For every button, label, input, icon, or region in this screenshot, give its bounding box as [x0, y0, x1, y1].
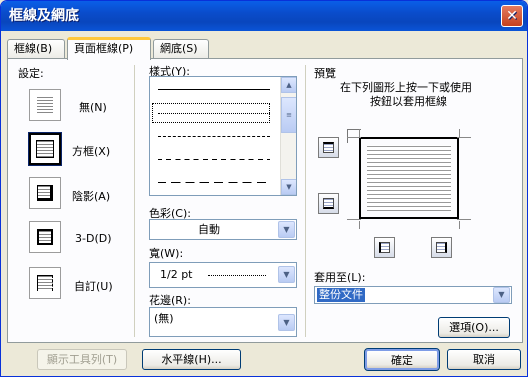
crop-mark [347, 219, 361, 220]
apply-to-value: 整份文件 [317, 288, 365, 302]
scroll-thumb[interactable]: ≡ [281, 97, 296, 133]
horizontal-line-button[interactable]: 水平線(H)... [142, 349, 241, 370]
apply-to-label: 套用至(L): [314, 271, 366, 284]
style-dashed-small[interactable] [158, 136, 270, 137]
width-line-sample [208, 275, 266, 276]
right-border-button-icon[interactable] [431, 237, 452, 258]
style-scrollbar[interactable]: ▲ ≡ ▼ [280, 77, 296, 195]
setting-3d-icon[interactable] [29, 221, 61, 253]
cancel-button[interactable]: 取消 [447, 349, 521, 370]
preview-instructions-2: 按鈕以套用框線 [370, 95, 447, 108]
color-value: 自動 [198, 223, 220, 236]
crop-mark [459, 129, 460, 137]
setting-none-icon[interactable] [29, 89, 61, 121]
tab-page-border[interactable]: 頁面框線(P) [67, 37, 151, 60]
setting-box-label[interactable]: 方框(X) [72, 143, 110, 159]
style-list[interactable]: ▲ ≡ ▼ [149, 76, 297, 196]
bottom-border-button-icon[interactable] [318, 193, 339, 214]
top-border-button-icon[interactable] [318, 137, 339, 158]
dialog-title: 框線及網底 [9, 8, 79, 24]
scroll-down-icon[interactable]: ▼ [281, 179, 296, 195]
width-value: 1/2 pt [160, 268, 193, 281]
borders-shading-dialog: 框線及網底 ✕ 框線(B) 頁面框線(P) 網底(S) 設定: 無(N) 方框(… [0, 0, 528, 377]
setting-shadow-icon[interactable] [29, 177, 61, 209]
setting-box-icon[interactable] [28, 132, 62, 166]
chevron-down-icon[interactable]: ▼ [278, 221, 295, 238]
setting-none-label[interactable]: 無(N) [79, 99, 107, 115]
width-select[interactable]: 1/2 pt ▼ [149, 262, 297, 288]
preview-heading: 預覽 [314, 67, 336, 80]
ok-button[interactable]: 確定 [364, 348, 440, 371]
width-label: 寬(W): [149, 247, 184, 260]
page-border-panel: 設定: 無(N) 方框(X) 陰影(A) 3-D(D) 自訂(U) 樣式(Y):… [7, 58, 523, 343]
show-toolbar-button[interactable]: 顯示工具列(T) [37, 349, 127, 370]
close-icon[interactable]: ✕ [501, 5, 523, 27]
art-select[interactable]: (無) ▼ [149, 307, 297, 337]
chevron-down-icon[interactable]: ▼ [278, 266, 295, 283]
chevron-down-icon[interactable]: ▼ [278, 314, 295, 331]
settings-heading: 設定: [18, 67, 44, 80]
style-dashed-long[interactable] [158, 182, 270, 183]
preview-page [359, 137, 459, 219]
title-bar: 框線及網底 ✕ [1, 1, 527, 31]
setting-custom-label[interactable]: 自訂(U) [74, 278, 113, 294]
art-label: 花邊(R): [149, 294, 191, 307]
tab-borders[interactable]: 框線(B) [7, 39, 65, 59]
art-value: (無) [154, 312, 174, 325]
left-border-button-icon[interactable] [374, 237, 395, 258]
style-dotted[interactable] [158, 113, 270, 114]
tab-shading[interactable]: 網底(S) [153, 39, 209, 59]
setting-custom-icon[interactable] [29, 267, 61, 299]
divider [134, 65, 135, 337]
crop-mark [459, 221, 460, 229]
divider [305, 65, 306, 337]
scroll-up-icon[interactable]: ▲ [281, 77, 296, 93]
style-solid[interactable] [158, 89, 270, 90]
crop-mark [457, 219, 471, 220]
setting-3d-label[interactable]: 3-D(D) [75, 232, 112, 245]
chevron-down-icon[interactable]: ▼ [493, 287, 510, 303]
preview-area[interactable] [347, 129, 471, 229]
options-button[interactable]: 選項(O)... [438, 317, 510, 338]
color-select[interactable]: 自動 ▼ [149, 219, 297, 240]
apply-to-select[interactable]: 整份文件 ▼ [314, 286, 512, 304]
style-dashed[interactable] [158, 159, 270, 160]
setting-shadow-label[interactable]: 陰影(A) [72, 188, 110, 204]
